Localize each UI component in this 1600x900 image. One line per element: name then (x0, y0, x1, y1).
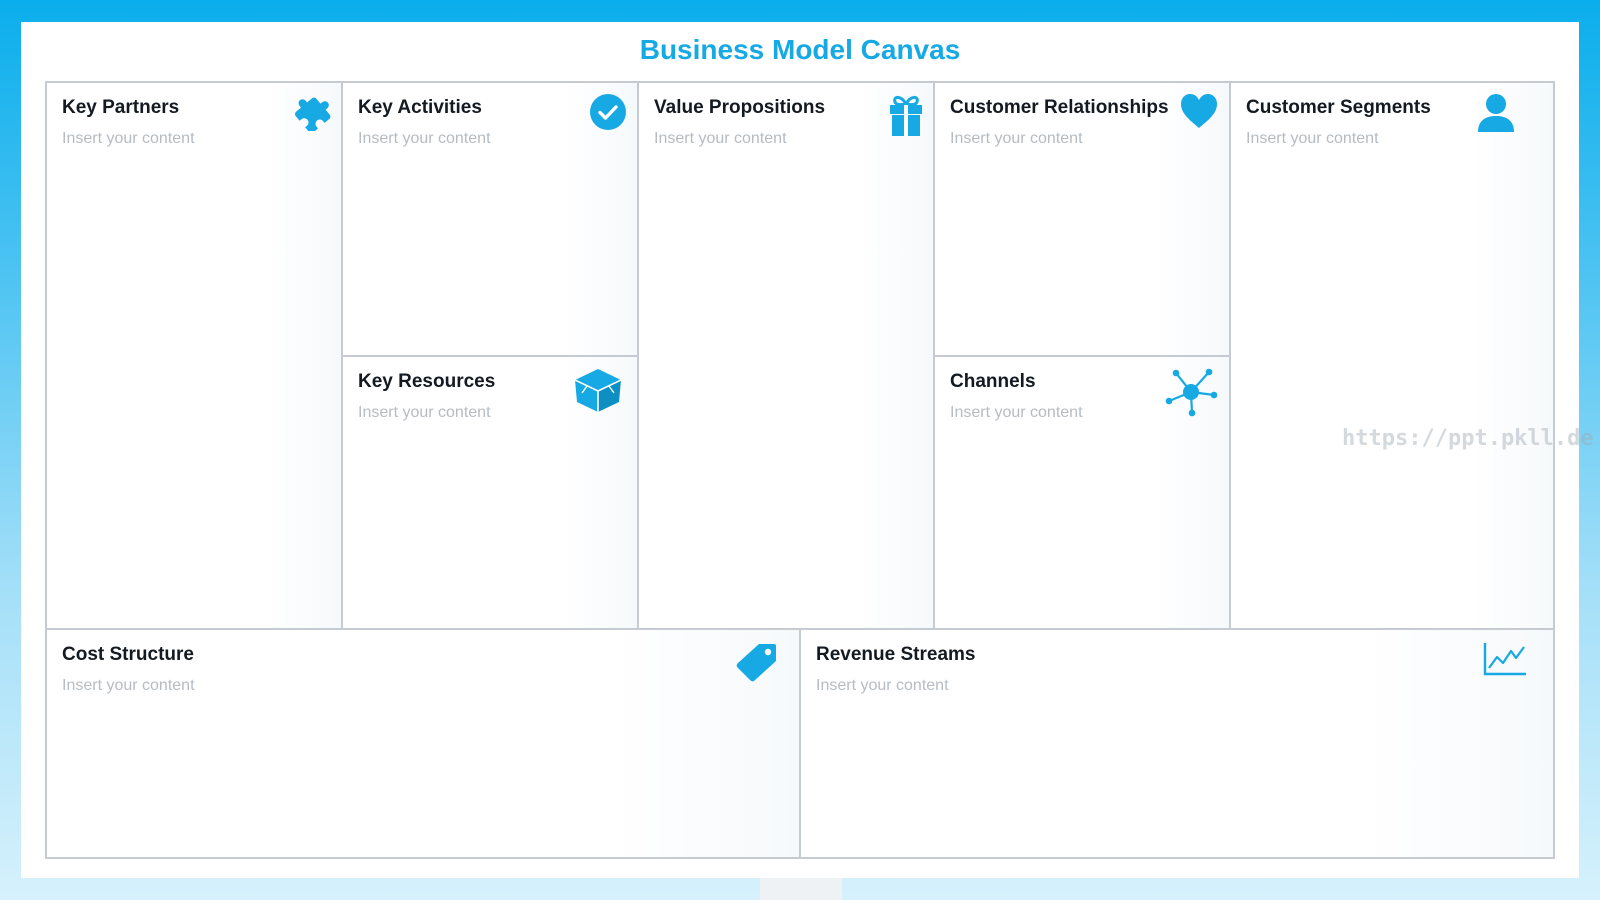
customer-relationships-heading: Customer Relationships (950, 97, 1169, 118)
key-resources-block[interactable]: Key Resources Insert your content (343, 357, 639, 630)
revenue-streams-block[interactable]: Revenue Streams Insert your content (801, 630, 1553, 857)
cost-structure-content[interactable]: Insert your content (62, 677, 195, 695)
key-resources-heading: Key Resources (358, 371, 496, 392)
key-activities-content[interactable]: Insert your content (358, 130, 491, 148)
revenue-streams-heading: Revenue Streams (816, 644, 976, 665)
customer-segments-block[interactable]: Customer Segments Insert your content (1231, 83, 1553, 630)
key-activities-heading: Key Activities (358, 97, 482, 118)
customer-relationships-block[interactable]: Customer Relationships Insert your conte… (935, 83, 1231, 357)
box-icon (573, 367, 623, 413)
customer-relationships-content[interactable]: Insert your content (950, 130, 1083, 148)
user-icon (1477, 93, 1515, 133)
channels-block[interactable]: Channels Insert your content (935, 357, 1231, 630)
channels-content[interactable]: Insert your content (950, 404, 1083, 422)
value-propositions-block[interactable]: Value Propositions Insert your content (639, 83, 935, 630)
key-partners-content[interactable]: Insert your content (62, 130, 195, 148)
cost-structure-heading: Cost Structure (62, 644, 194, 665)
key-partners-heading: Key Partners (62, 97, 180, 118)
watermark: https://ppt.pkll.de (1342, 426, 1594, 451)
puzzle-icon (294, 93, 332, 131)
heart-icon (1179, 93, 1219, 129)
key-activities-block[interactable]: Key Activities Insert your content (343, 83, 639, 357)
page-title: Business Model Canvas (639, 34, 961, 65)
customer-segments-content[interactable]: Insert your content (1246, 130, 1379, 148)
tag-icon (735, 642, 777, 682)
customer-segments-heading: Customer Segments (1246, 97, 1431, 118)
network-icon (1165, 367, 1217, 417)
cost-structure-block[interactable]: Cost Structure Insert your content (47, 630, 801, 857)
gift-icon (889, 93, 923, 137)
value-propositions-content[interactable]: Insert your content (654, 130, 787, 148)
business-model-canvas: Key Partners Insert your content Key Act… (45, 81, 1555, 859)
value-propositions-heading: Value Propositions (654, 97, 826, 118)
key-resources-content[interactable]: Insert your content (358, 404, 491, 422)
check-circle-icon (589, 93, 627, 131)
line-chart-icon (1483, 642, 1527, 676)
key-partners-block[interactable]: Key Partners Insert your content (47, 83, 343, 630)
channels-heading: Channels (950, 371, 1036, 392)
revenue-streams-content[interactable]: Insert your content (816, 677, 949, 695)
